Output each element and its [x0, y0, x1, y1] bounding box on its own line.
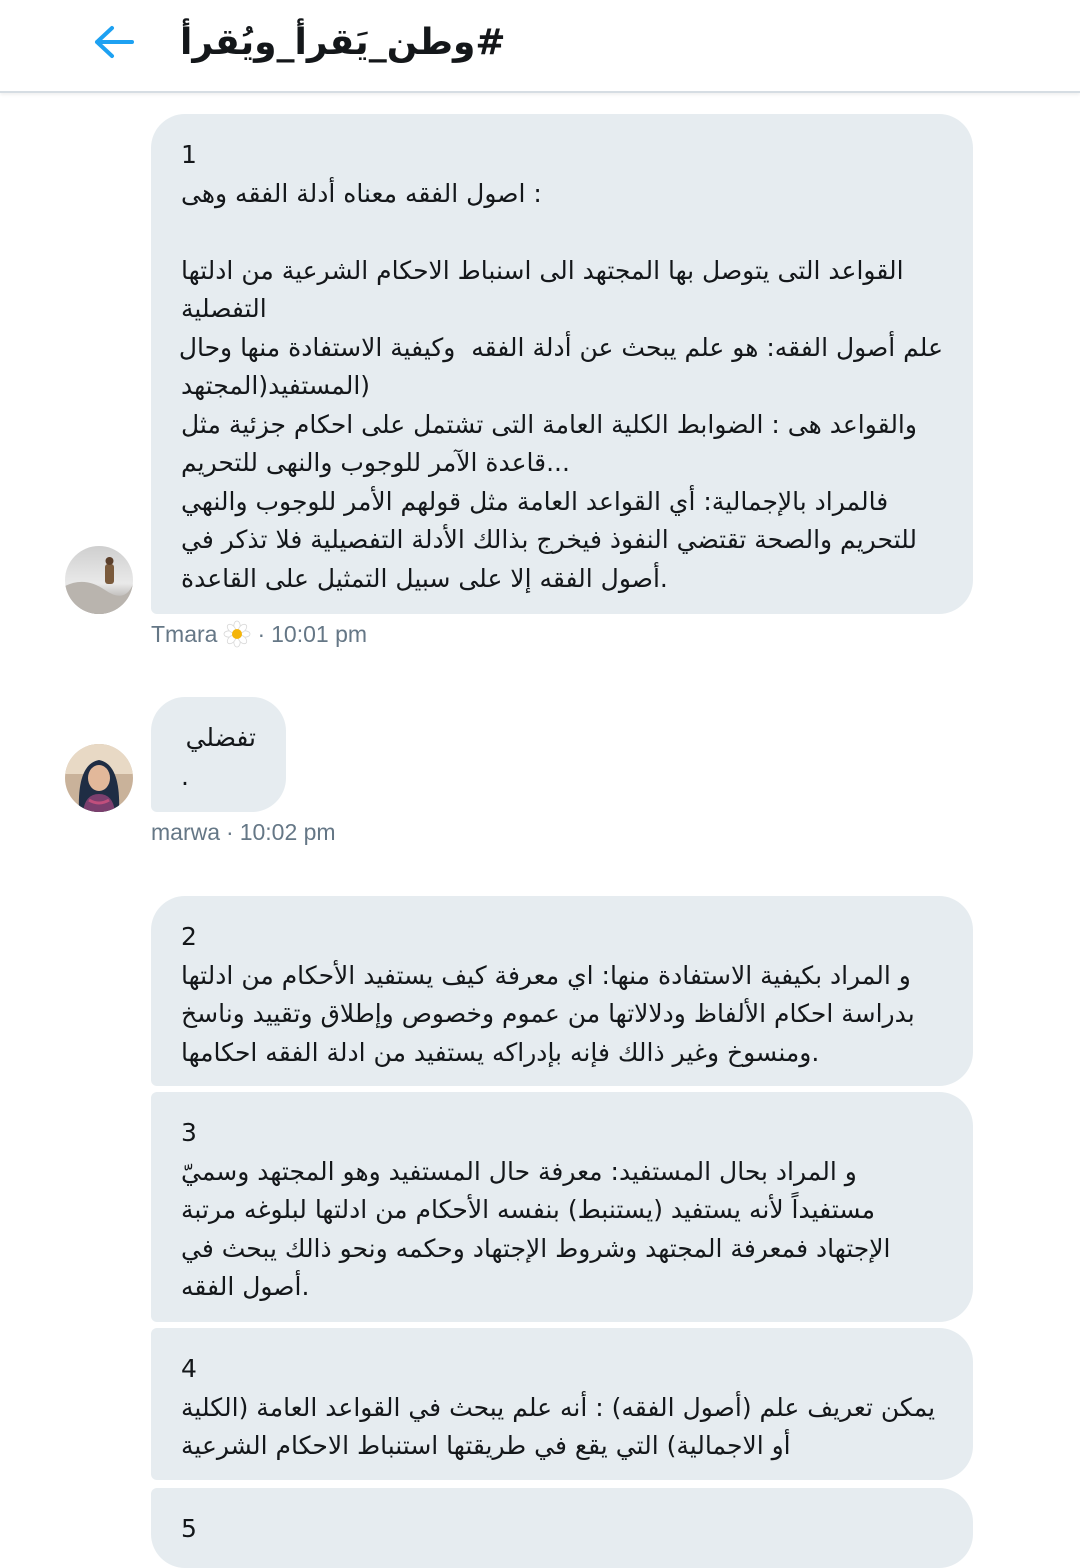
separator: ·	[226, 819, 234, 845]
message-line: الإجتهاد فمعرفة المجتهد وشروط الإجتهاد و…	[181, 1233, 891, 1263]
message-line: : اصول الفقه معناه أدلة الفقه وهى	[181, 178, 542, 208]
message-line: أو الاجمالية) التي يقع في طريقتها استنبا…	[181, 1431, 791, 1460]
message-bubble[interactable]: 3 و المراد بحال المستفيد: معرفة حال المس…	[151, 1092, 973, 1322]
daisy-icon	[224, 620, 251, 648]
message-line: .ومنسوخ وغير ذالك فإنه بإدراكه يستفيد من…	[181, 1037, 820, 1067]
message-bubble[interactable]: 5	[151, 1488, 973, 1568]
message-line: التفصلية	[181, 294, 267, 323]
message-line: .	[181, 761, 189, 791]
message-bubble[interactable]: تفضلي .	[151, 697, 286, 812]
message-line: مستفيداً لأنه يستفيد (يستنبط) بنفسه الأح…	[181, 1195, 876, 1224]
message-bubble[interactable]: 4 يمكن تعريف علم (أصول الفقه) : أنه علم …	[151, 1328, 973, 1480]
message-bubble[interactable]: 2 و المراد بكيفية الاستفادة منها: اي معر…	[151, 896, 973, 1086]
timestamp: 10:02 pm	[239, 819, 336, 845]
message-line	[181, 213, 943, 252]
message-line: .أصول الفقه	[181, 1272, 310, 1301]
avatar-image	[65, 546, 133, 614]
message-line: 4	[181, 1354, 197, 1383]
message-meta: marwa · 10:02 pm	[151, 819, 336, 846]
top-bar: #وطن_يَقرأ_ويُقرأ	[0, 0, 1080, 93]
message-line: 3	[181, 1118, 197, 1147]
message-line: (المستفيد(المجتهد	[181, 371, 371, 400]
separator: ·	[257, 620, 266, 647]
back-button[interactable]	[90, 18, 138, 66]
conversation-title: #وطن_يَقرأ_ويُقرأ	[180, 22, 506, 63]
message-line: .أصول الفقه إلا على سبيل التمثيل على الق…	[181, 563, 668, 593]
sender-name: Tmara	[151, 620, 218, 647]
avatar-image	[65, 744, 133, 812]
message-line: ...قاعدة الآمر للوجوب والنهى للتحريم	[181, 448, 570, 477]
message-line: القواعد التى يتوصل بها المجتهد الى اسنبا…	[181, 255, 904, 285]
message-line: بدراسة احكام الألفاظ ودلالاتها من عموم و…	[181, 999, 915, 1028]
message-line: علم أصول الفقه: هو علم يبحث عن أدلة الفق…	[178, 332, 943, 362]
message-line: والقواعد هى : الضوابط الكلية العامة التى…	[181, 409, 917, 439]
message-line: 1	[181, 140, 197, 169]
message-bubble[interactable]: 1 : اصول الفقه معناه أدلة الفقه وهى القو…	[151, 114, 973, 614]
message-line: و المراد بكيفية الاستفادة منها: اي معرفة…	[181, 960, 911, 990]
timestamp: 10:01 pm	[271, 620, 368, 647]
message-line: فالمراد بالإجمالية: أي القواعد العامة مث…	[181, 486, 889, 516]
message-meta: Tmara · 10:01 pm	[151, 620, 367, 648]
sender-name: marwa	[151, 819, 221, 845]
message-line: 2	[181, 922, 197, 951]
message-line: يمكن تعريف علم (أصول الفقه) : أنه علم يب…	[181, 1392, 936, 1422]
message-line: تفضلي	[185, 723, 256, 752]
avatar[interactable]	[65, 546, 133, 614]
message-line: و المراد بحال المستفيد: معرفة حال المستف…	[181, 1156, 857, 1186]
message-line: 5	[181, 1514, 197, 1543]
avatar[interactable]	[65, 744, 133, 812]
arrow-left-icon	[95, 26, 134, 58]
message-line: للتحريم والصحة تقتضي النفوذ فيخرج بذالك …	[181, 525, 918, 554]
